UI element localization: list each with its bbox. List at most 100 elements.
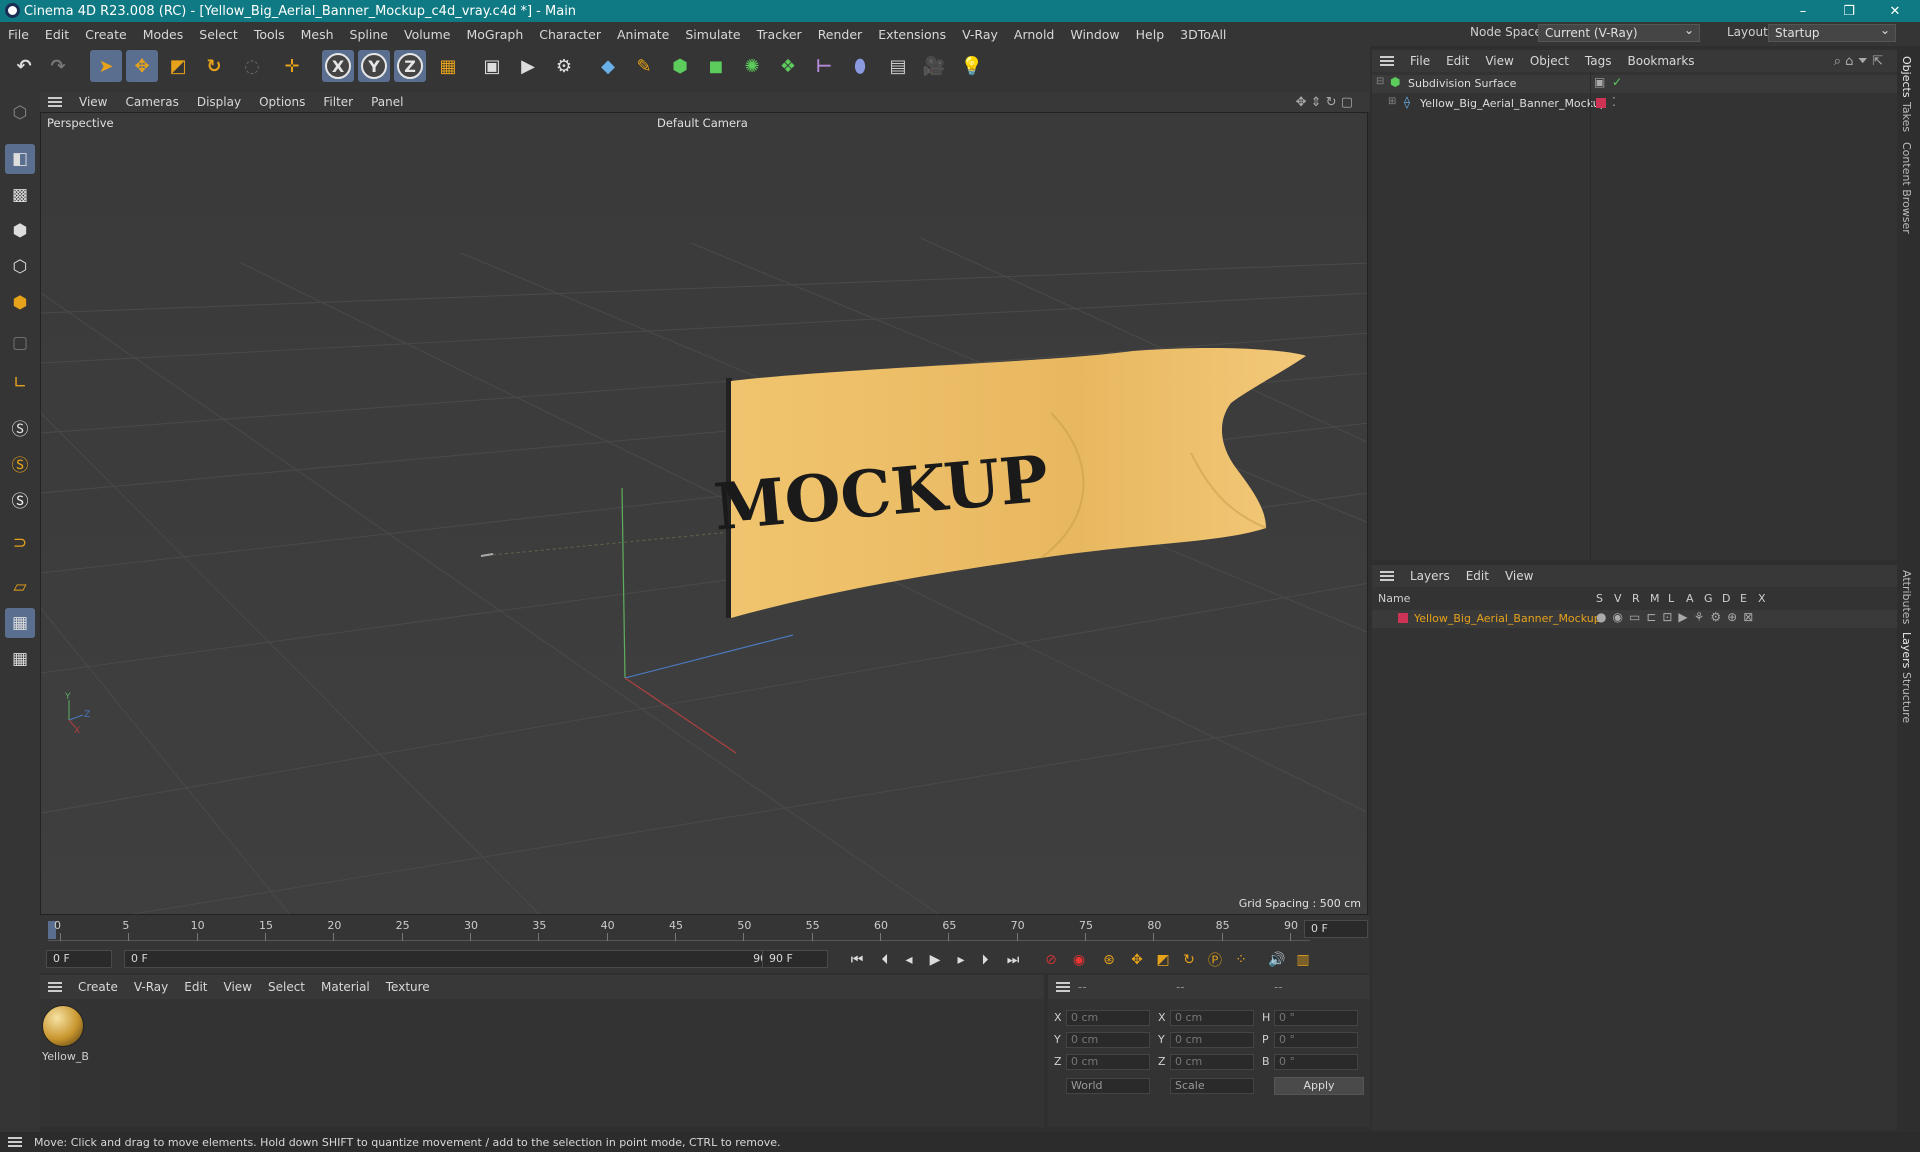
coordinate-system-icon[interactable]: ▦ xyxy=(432,50,464,82)
mat-menu-select[interactable]: Select xyxy=(260,980,313,994)
menu-simulate[interactable]: Simulate xyxy=(677,27,748,42)
size-y-field[interactable]: 0 cm xyxy=(1170,1032,1254,1048)
select-tool-icon[interactable]: ➤ xyxy=(90,50,122,82)
next-key-icon[interactable]: ⏵ xyxy=(974,949,996,971)
obj-menu-object[interactable]: Object xyxy=(1522,54,1577,68)
grid-workplane-icon[interactable]: ▦ xyxy=(5,608,35,638)
key-parameter-icon[interactable]: Ⓟ xyxy=(1204,949,1226,971)
texture-mode-icon[interactable]: ▩ xyxy=(5,180,35,210)
object-menu-icon[interactable] xyxy=(1380,56,1394,66)
extrude-icon[interactable]: ◼ xyxy=(700,50,732,82)
menu-mesh[interactable]: Mesh xyxy=(293,27,342,42)
layer-color-icon[interactable] xyxy=(1596,98,1606,108)
layer-menu-edit[interactable]: Edit xyxy=(1458,569,1497,583)
floor-icon[interactable]: ▤ xyxy=(882,50,914,82)
layer-menu-layers[interactable]: Layers xyxy=(1402,569,1458,583)
layer-row[interactable]: Yellow_Big_Aerial_Banner_Mockup ●◉▭⊏⊡▶⚘⚙… xyxy=(1372,610,1897,628)
render-region-icon[interactable]: ▣ xyxy=(476,50,508,82)
coord-space-select[interactable]: World xyxy=(1066,1078,1150,1094)
size-x-field[interactable]: 0 cm xyxy=(1170,1010,1254,1026)
field-icon[interactable]: ⬮ xyxy=(844,50,876,82)
play-icon[interactable]: ▶ xyxy=(924,949,946,971)
menu-help[interactable]: Help xyxy=(1128,27,1173,42)
tab-layers[interactable]: Layers xyxy=(1900,632,1913,668)
menu-modes[interactable]: Modes xyxy=(135,27,192,42)
prev-key-icon[interactable]: ⏴ xyxy=(874,949,896,971)
tab-content-browser[interactable]: Content Browser xyxy=(1900,142,1913,234)
menu-file[interactable]: File xyxy=(0,27,37,42)
menu-extensions[interactable]: Extensions xyxy=(870,27,954,42)
tab-structure[interactable]: Structure xyxy=(1900,672,1913,723)
undo-icon[interactable]: ↶ xyxy=(8,50,40,82)
scale-tool-icon[interactable]: ◩ xyxy=(162,50,194,82)
enabled-check-icon[interactable]: ✓ xyxy=(1612,75,1622,89)
node-space-select[interactable]: Current (V-Ray) xyxy=(1538,23,1700,42)
tab-takes[interactable]: Takes xyxy=(1900,102,1913,132)
rot-h-field[interactable]: 0 ° xyxy=(1274,1010,1358,1026)
subdivision-icon[interactable]: ⬢ xyxy=(664,50,696,82)
pen-spline-icon[interactable]: ✎ xyxy=(628,50,660,82)
menu-tools[interactable]: Tools xyxy=(246,27,293,42)
rotate-tool-icon[interactable]: ↻ xyxy=(198,50,230,82)
start-frame-field[interactable]: 0 F xyxy=(46,950,112,968)
mograph-cloner-icon[interactable]: ✺ xyxy=(736,50,768,82)
x-axis-lock-icon[interactable]: X xyxy=(322,50,354,82)
mat-menu-texture[interactable]: Texture xyxy=(378,980,438,994)
mat-menu-view[interactable]: View xyxy=(216,980,260,994)
viewport-camera-label[interactable]: Default Camera xyxy=(657,116,748,130)
close-button[interactable]: ✕ xyxy=(1872,0,1918,22)
visibility-toggle-icon[interactable]: ▣ xyxy=(1594,75,1605,89)
pos-x-field[interactable]: 0 cm xyxy=(1066,1010,1150,1026)
material-menu-icon[interactable] xyxy=(48,982,62,992)
viewport-menu-view[interactable]: View xyxy=(70,95,116,109)
menu-select[interactable]: Select xyxy=(191,27,246,42)
obj-menu-bookmarks[interactable]: Bookmarks xyxy=(1620,54,1703,68)
z-axis-lock-icon[interactable]: Z xyxy=(394,50,426,82)
points-mode-icon[interactable]: ⬢ xyxy=(5,216,35,246)
go-to-start-icon[interactable]: ⏮ xyxy=(846,949,868,971)
coords-menu-icon[interactable] xyxy=(1056,982,1070,992)
y-axis-lock-icon[interactable]: Y xyxy=(358,50,390,82)
minimize-button[interactable]: – xyxy=(1780,0,1826,22)
menu-character[interactable]: Character xyxy=(531,27,609,42)
key-pla-icon[interactable]: ⁘ xyxy=(1230,949,1252,971)
viewport-menu-filter[interactable]: Filter xyxy=(314,95,362,109)
expand-icon[interactable]: ⊟ xyxy=(1376,76,1384,87)
menu-3dtoall[interactable]: 3DToAll xyxy=(1172,27,1234,42)
obj-menu-view[interactable]: View xyxy=(1477,54,1521,68)
layer-color-swatch[interactable] xyxy=(1398,613,1408,623)
menu-tracker[interactable]: Tracker xyxy=(749,27,810,42)
render-dots-icon[interactable]: ⁚ xyxy=(1612,95,1616,109)
go-to-end-icon[interactable]: ⏭ xyxy=(1002,949,1024,971)
uv-mode-icon[interactable]: ▢ xyxy=(5,328,35,358)
coord-mode-select[interactable]: Scale xyxy=(1170,1078,1254,1094)
fracture-icon[interactable]: ❖ xyxy=(772,50,804,82)
object-search-icons[interactable]: ⌕ ⌂ ⏷ ⇱ xyxy=(1826,54,1891,69)
render-view-icon[interactable]: ▶ xyxy=(512,50,544,82)
camera-icon[interactable]: 🎥 xyxy=(918,50,950,82)
render-settings-icon[interactable]: ⚙ xyxy=(548,50,580,82)
next-frame-icon[interactable]: ▸ xyxy=(950,949,972,971)
mat-menu-create[interactable]: Create xyxy=(70,980,126,994)
obj-menu-edit[interactable]: Edit xyxy=(1438,54,1477,68)
key-position-icon[interactable]: ✥ xyxy=(1126,949,1148,971)
current-frame-field[interactable]: 0 F xyxy=(1304,920,1368,938)
polygons-mode-icon[interactable]: ⬢ xyxy=(5,288,35,318)
keyframe-selection-icon[interactable]: ⊛ xyxy=(1098,949,1120,971)
move-tool-icon[interactable]: ✥ xyxy=(126,50,158,82)
menu-arnold[interactable]: Arnold xyxy=(1006,27,1062,42)
snap-icon[interactable]: Ⓢ xyxy=(5,412,35,442)
size-z-field[interactable]: 0 cm xyxy=(1170,1054,1254,1070)
obj-menu-tags[interactable]: Tags xyxy=(1577,54,1620,68)
menu-vray[interactable]: V-Ray xyxy=(954,27,1006,42)
workplane-icon[interactable]: ▱ xyxy=(5,572,35,602)
locked-workplane-icon[interactable]: ▦ xyxy=(5,644,35,674)
menu-window[interactable]: Window xyxy=(1062,27,1127,42)
make-editable-icon[interactable]: ⬡ xyxy=(5,98,35,128)
cube-icon[interactable]: ◆ xyxy=(592,50,624,82)
light-icon[interactable]: 💡 xyxy=(956,50,988,82)
rot-p-field[interactable]: 0 ° xyxy=(1274,1032,1358,1048)
menu-spline[interactable]: Spline xyxy=(342,27,396,42)
viewport-nav-icons[interactable]: ✥ ⇕ ↻ ▢ xyxy=(1287,95,1362,110)
prev-frame-icon[interactable]: ◂ xyxy=(898,949,920,971)
